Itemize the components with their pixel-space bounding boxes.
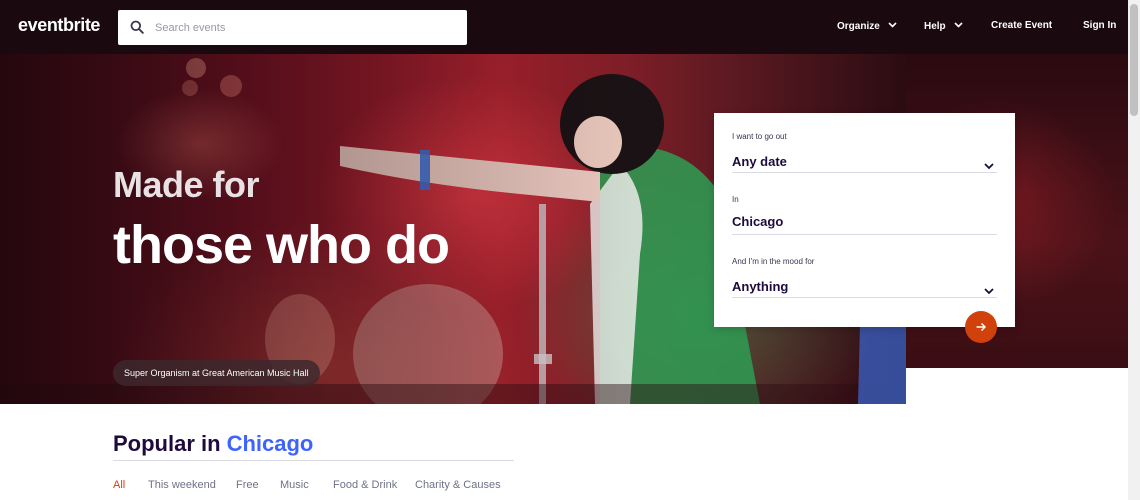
help-menu[interactable]: Help [924,20,963,32]
location-field-label: In [732,195,739,204]
location-input[interactable]: Chicago [732,214,783,229]
popular-prefix: Popular in [113,431,221,456]
tab-charity-causes[interactable]: Charity & Causes [415,479,501,491]
mood-select[interactable]: Anything [732,279,788,294]
search-box[interactable] [118,10,467,45]
arrow-right-icon [976,322,987,332]
search-icon [130,20,144,34]
eventbrite-logo[interactable]: eventbrite [18,15,100,36]
top-navigation-bar: eventbrite Organize Help Create Event Si… [0,0,1128,54]
date-field-label: I want to go out [732,132,787,141]
mood-field-label: And I'm in the mood for [732,257,815,266]
tab-all[interactable]: All [113,479,125,491]
chevron-down-icon [954,20,963,31]
date-field-underline [732,172,997,173]
search-input[interactable] [155,10,455,45]
search-submit-button[interactable] [965,311,997,343]
hero-title-line-2: those who do [113,215,450,275]
help-label: Help [924,21,946,32]
location-field-underline [732,234,997,235]
mood-field-underline [732,297,997,298]
popular-heading: Popular in Chicago [113,431,313,457]
hero-title-line-1: Made for [113,164,260,205]
chevron-down-icon [888,20,897,31]
tab-free[interactable]: Free [236,479,259,491]
photo-caption-badge[interactable]: Super Organism at Great American Music H… [113,360,320,386]
scrollbar-thumb[interactable] [1130,4,1138,116]
popular-heading-underline [113,460,514,461]
tab-this-weekend[interactable]: This weekend [148,479,216,491]
tab-music[interactable]: Music [280,479,309,491]
sign-in-link[interactable]: Sign In [1083,20,1116,31]
organize-menu[interactable]: Organize [837,20,897,32]
tab-food-drink[interactable]: Food & Drink [333,479,397,491]
create-event-link[interactable]: Create Event [991,20,1052,31]
popular-city-selector[interactable]: Chicago [227,431,314,456]
organize-label: Organize [837,21,880,32]
event-filter-card: I want to go out Any date In Chicago And… [714,113,1015,327]
date-select[interactable]: Any date [732,154,787,169]
page-scrollbar[interactable] [1128,0,1140,500]
